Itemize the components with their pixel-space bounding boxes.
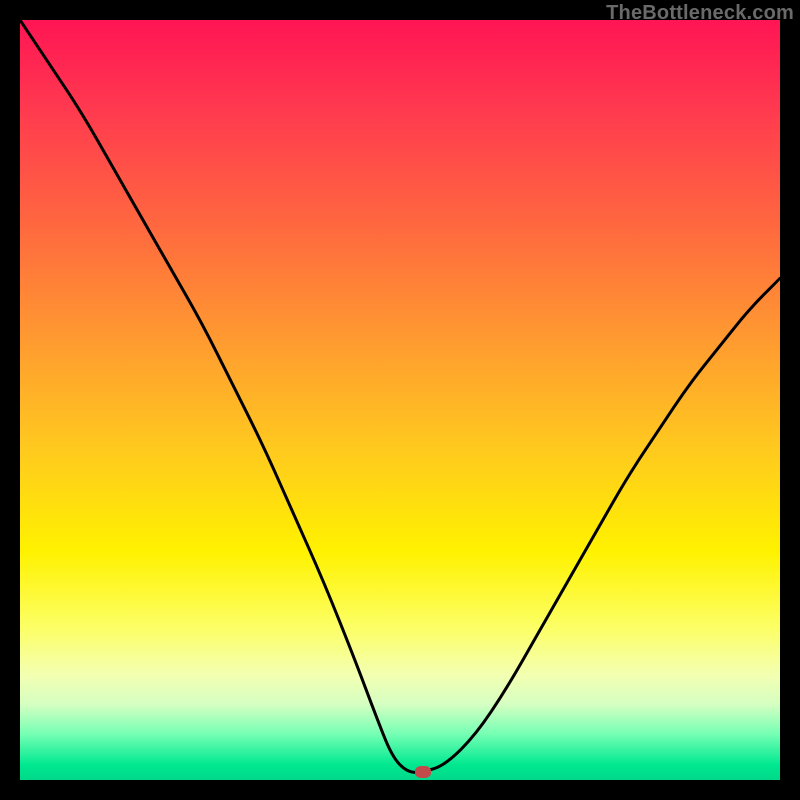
plot-area bbox=[20, 20, 780, 780]
bottleneck-curve bbox=[20, 20, 780, 780]
chart-frame: TheBottleneck.com bbox=[0, 0, 800, 800]
curve-path bbox=[20, 20, 780, 772]
optimal-point-marker bbox=[415, 766, 431, 778]
